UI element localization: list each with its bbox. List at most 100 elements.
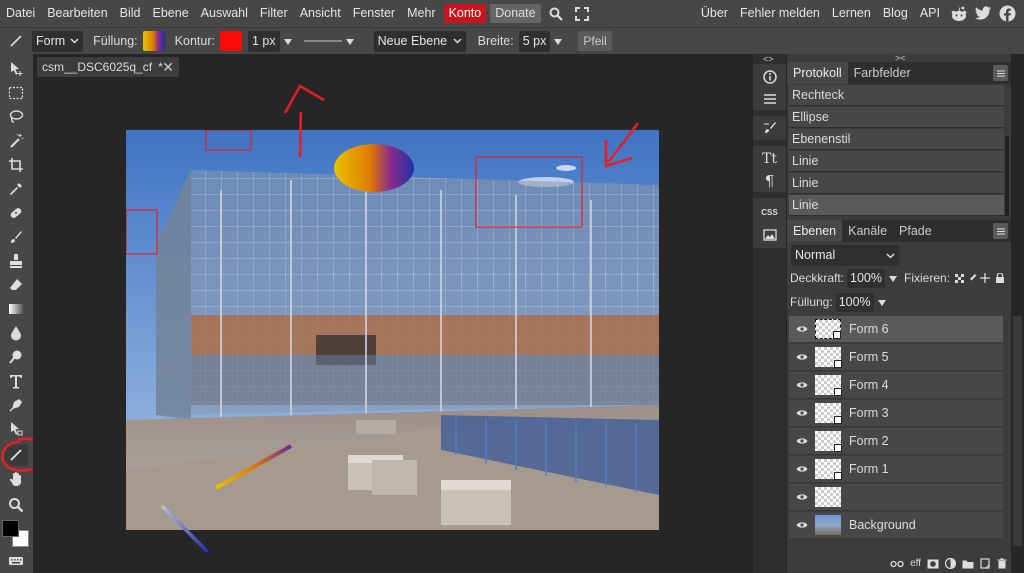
eye-icon[interactable] — [792, 493, 812, 501]
stroke-width-dropdown-icon[interactable] — [283, 34, 292, 48]
close-tab-icon[interactable]: ✕ — [162, 59, 174, 76]
menu-ansicht[interactable]: Ansicht — [294, 0, 347, 27]
menu-ueber[interactable]: Über — [695, 0, 734, 27]
history-panel-menu-icon[interactable] — [993, 65, 1008, 81]
marquee-tool-icon[interactable] — [4, 82, 28, 104]
fullscreen-icon[interactable] — [571, 0, 593, 27]
mask-icon[interactable] — [927, 559, 939, 569]
opacity-field[interactable]: 100% — [847, 268, 885, 288]
move-tool-icon[interactable] — [4, 58, 28, 80]
eye-icon[interactable] — [792, 409, 812, 417]
reddit-icon[interactable] — [948, 0, 970, 27]
stroke-style-select[interactable] — [303, 34, 358, 48]
new-layer-icon[interactable] — [980, 558, 991, 569]
arrow-width-field[interactable]: 5 px — [518, 30, 551, 52]
lasso-tool-icon[interactable] — [4, 106, 28, 128]
layer-fill-dropdown-icon[interactable] — [877, 295, 886, 309]
konto-button[interactable]: Konto — [443, 4, 487, 23]
dodge-tool-icon[interactable] — [4, 346, 28, 368]
text-tool-icon[interactable] — [4, 370, 28, 392]
zoom-tool-icon[interactable] — [4, 494, 28, 516]
character-icon[interactable]: Tt — [755, 148, 784, 170]
folder-icon[interactable] — [962, 559, 974, 569]
menu-bild[interactable]: Bild — [114, 0, 147, 27]
stamp-tool-icon[interactable] — [4, 250, 28, 272]
document-canvas-image[interactable] — [126, 130, 659, 530]
facebook-icon[interactable] — [996, 0, 1018, 27]
layer-row[interactable]: Form 2 — [789, 428, 1003, 455]
link-icon[interactable] — [890, 560, 904, 568]
eye-icon[interactable] — [792, 353, 812, 361]
panel-scrollbar[interactable] — [1011, 54, 1024, 573]
magic-wand-tool-icon[interactable] — [4, 130, 28, 152]
adjustments-icon[interactable] — [755, 88, 784, 110]
menu-mehr[interactable]: Mehr — [401, 0, 441, 27]
layer-row[interactable]: Form 1 — [789, 456, 1003, 483]
eye-icon[interactable] — [792, 437, 812, 445]
tab-pfade[interactable]: Pfade — [893, 220, 938, 242]
menu-auswahl[interactable]: Auswahl — [195, 0, 254, 27]
menu-datei[interactable]: Datei — [0, 0, 41, 27]
menu-blog[interactable]: Blog — [877, 0, 914, 27]
eye-icon[interactable] — [792, 381, 812, 389]
blur-tool-icon[interactable] — [4, 322, 28, 344]
layer-row[interactable]: Form 5 — [789, 344, 1003, 371]
history-item-current[interactable]: Linie — [789, 195, 1004, 216]
info-icon[interactable] — [755, 66, 784, 88]
eye-icon[interactable] — [792, 521, 812, 529]
layers-panel-menu-icon[interactable] — [993, 223, 1008, 239]
layer-row[interactable]: Form 4 — [789, 372, 1003, 399]
image-icon[interactable] — [755, 224, 784, 246]
arrow-button[interactable]: Pfeil — [578, 31, 612, 51]
eye-icon[interactable] — [792, 325, 812, 333]
layer-row[interactable]: Background — [789, 512, 1003, 539]
menu-api[interactable]: API — [914, 0, 946, 27]
menu-fehler-melden[interactable]: Fehler melden — [734, 0, 826, 27]
history-item[interactable]: Linie — [789, 151, 1004, 172]
blend-mode-select[interactable]: Normal — [791, 245, 899, 266]
document-tab[interactable]: csm__DSC6025q_cf * ✕ — [37, 57, 179, 77]
tab-protokoll[interactable]: Protokoll — [787, 62, 848, 84]
opacity-dropdown-icon[interactable] — [889, 271, 897, 285]
tab-farbfelder[interactable]: Farbfelder — [848, 62, 917, 84]
collapse-arrows-icon[interactable]: <> — [763, 54, 774, 64]
eye-icon[interactable] — [792, 465, 812, 473]
effects-button[interactable]: eff — [910, 558, 921, 569]
history-item[interactable]: Rechteck — [789, 85, 1004, 106]
stroke-color-swatch[interactable] — [219, 31, 242, 51]
pen-tool-icon[interactable] — [4, 394, 28, 416]
keyboard-icon[interactable] — [4, 550, 28, 572]
layer-mode-select[interactable]: Neue Ebene — [373, 30, 466, 52]
eyedropper-tool-icon[interactable] — [4, 178, 28, 200]
layer-row[interactable] — [789, 484, 1003, 511]
trash-icon[interactable] — [997, 558, 1007, 569]
color-swatches[interactable] — [2, 520, 30, 548]
twitter-icon[interactable] — [972, 0, 994, 27]
history-item[interactable]: Ellipse — [789, 107, 1004, 128]
healing-brush-tool-icon[interactable] — [4, 202, 28, 224]
eraser-tool-icon[interactable] — [4, 274, 28, 296]
menu-filter[interactable]: Filter — [254, 0, 294, 27]
lock-options-icons[interactable] — [955, 273, 1007, 283]
menu-fenster[interactable]: Fenster — [347, 0, 401, 27]
tab-kanaele[interactable]: Kanäle — [842, 220, 893, 242]
menu-ebene[interactable]: Ebene — [147, 0, 195, 27]
css-icon[interactable]: CSS — [755, 201, 784, 223]
stroke-width-field[interactable]: 1 px — [247, 30, 280, 52]
shape-mode-select[interactable]: Form — [32, 30, 84, 52]
history-scrollbar[interactable] — [1005, 136, 1009, 216]
donate-button[interactable]: Donate — [490, 4, 541, 23]
paragraph-icon[interactable]: ¶ — [755, 170, 784, 192]
layer-row[interactable]: Form 3 — [789, 400, 1003, 427]
tab-ebenen[interactable]: Ebenen — [787, 220, 843, 242]
layer-row[interactable]: Form 6 — [789, 316, 1003, 343]
history-item[interactable]: Linie — [789, 173, 1004, 194]
crop-tool-icon[interactable] — [4, 154, 28, 176]
menu-lernen[interactable]: Lernen — [826, 0, 877, 27]
menu-bearbeiten[interactable]: Bearbeiten — [41, 0, 113, 27]
arrow-width-dropdown-icon[interactable] — [554, 34, 563, 48]
layer-fill-field[interactable]: 100% — [835, 292, 874, 312]
adjustment-layer-icon[interactable] — [945, 558, 956, 569]
history-item[interactable]: Ebenenstil — [789, 129, 1004, 150]
search-icon[interactable] — [545, 0, 567, 27]
